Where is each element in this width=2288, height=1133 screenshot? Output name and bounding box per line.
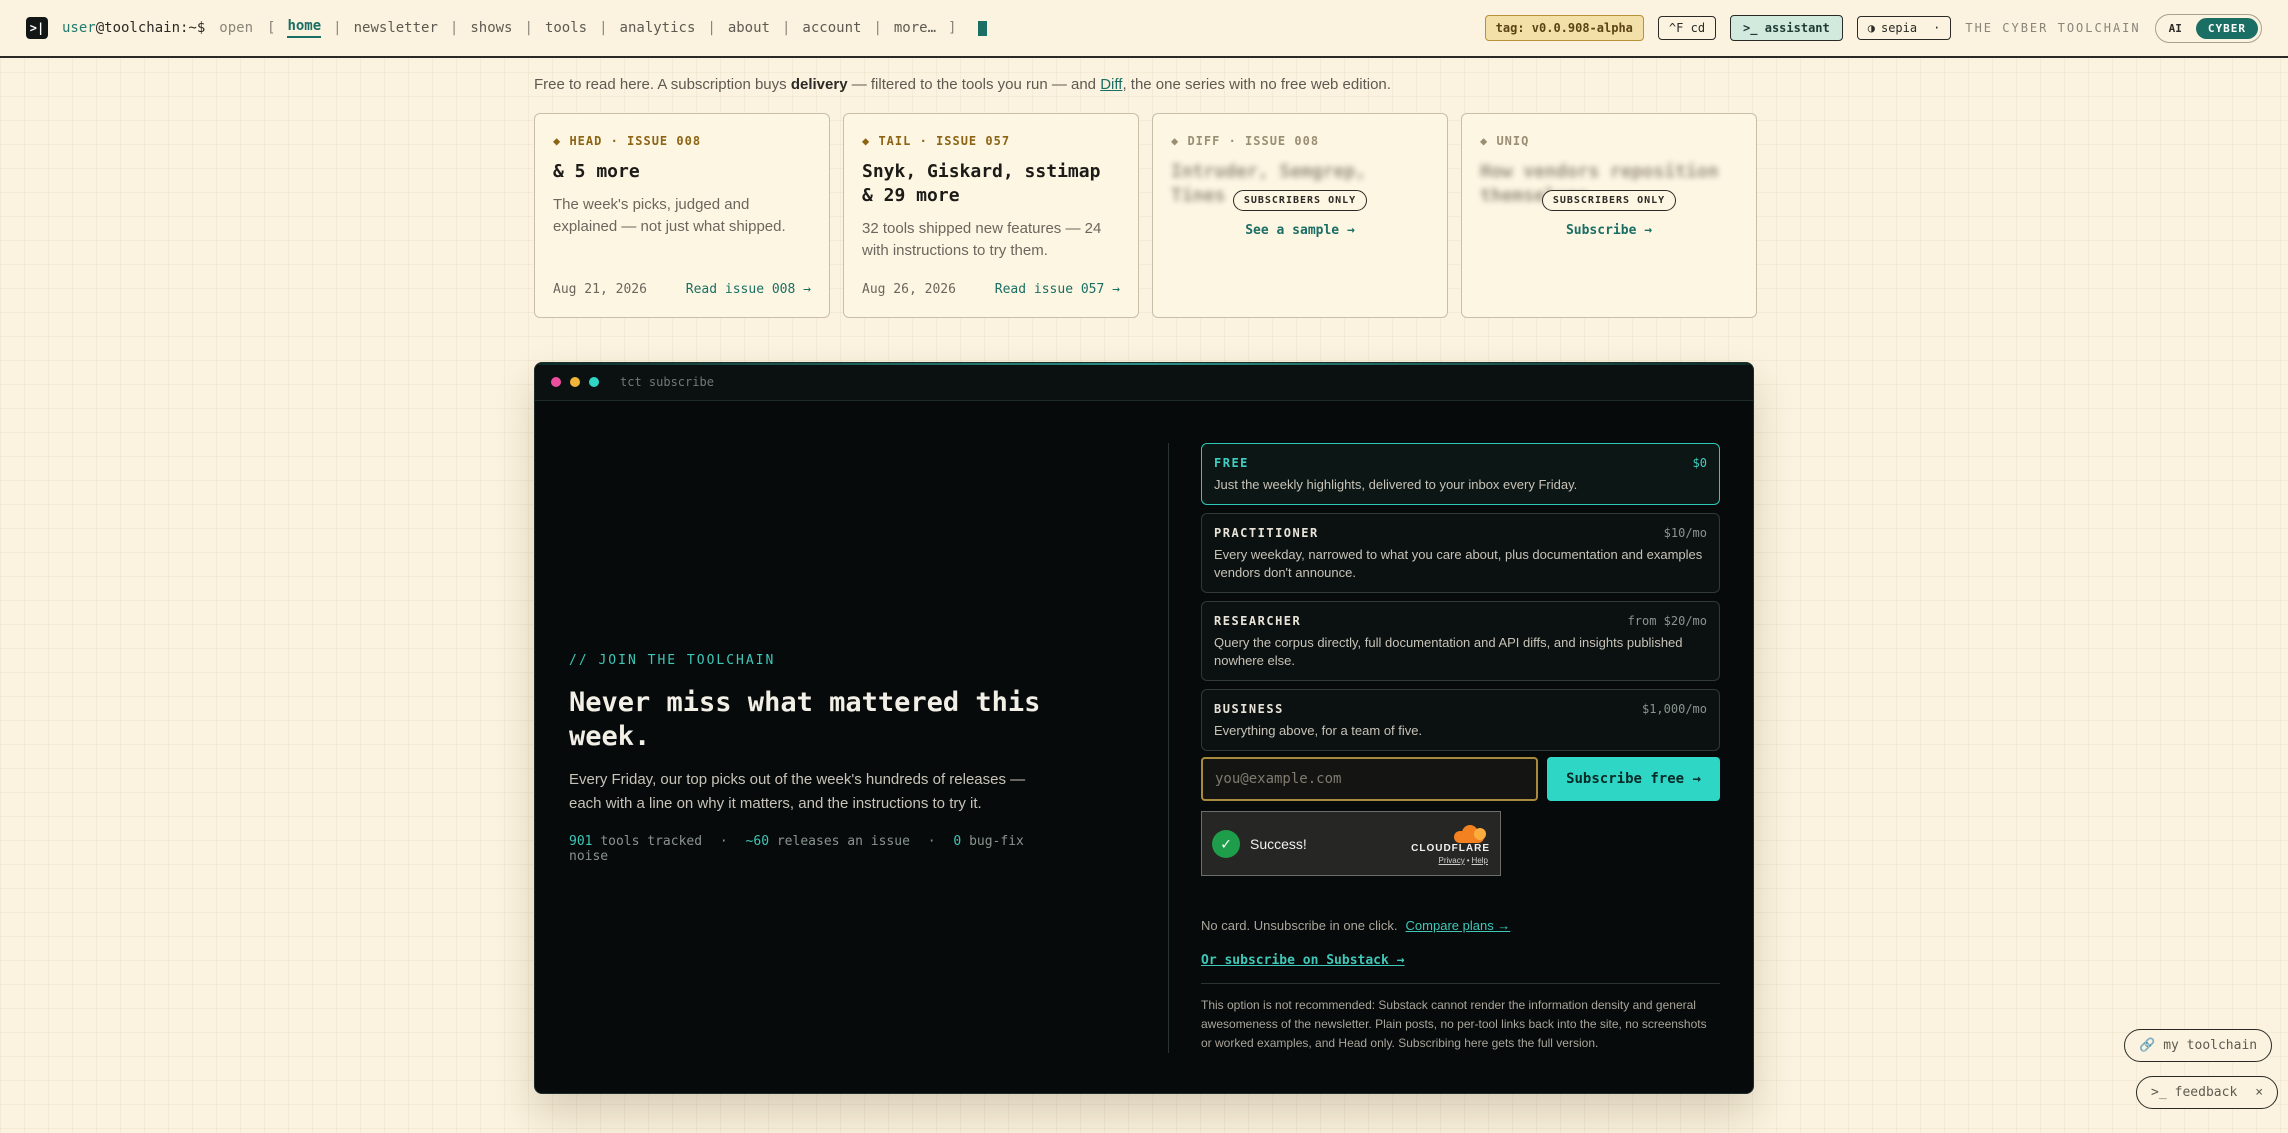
chevron-down-icon: · <box>1933 21 1941 35</box>
email-field[interactable] <box>1201 757 1538 801</box>
toggle-cyber[interactable]: CYBER <box>2195 17 2258 39</box>
cd-button[interactable]: ^F cd <box>1657 16 1717 40</box>
plan-business[interactable]: BUSINESS $1,000/mo Everything above, for… <box>1201 689 1720 751</box>
nav-link-tools[interactable]: tools <box>545 20 587 36</box>
nav-link-more[interactable]: more… <box>894 20 936 36</box>
toggle-ai[interactable]: AI <box>2159 18 2192 39</box>
issue-card-uniq[interactable]: ◆ UNIQ How vendors reposition themselves… <box>1461 113 1757 318</box>
substack-link[interactable]: Or subscribe on Substack → <box>1201 953 1405 968</box>
nav-link-home[interactable]: home <box>287 18 322 38</box>
close-icon[interactable]: × <box>2255 1085 2263 1100</box>
open-label: open <box>219 20 254 36</box>
feedback-button[interactable]: >_ feedback × <box>2136 1076 2279 1109</box>
nav-link-about[interactable]: about <box>728 20 770 36</box>
prompt-user: user <box>62 20 96 36</box>
captcha-brand: CLOUDFLARE <box>1411 842 1490 854</box>
card-kicker: ◆ UNIQ <box>1480 134 1530 148</box>
compare-plans-link[interactable]: Compare plans → <box>1406 918 1511 933</box>
nav-bracket-right: ] <box>948 20 957 36</box>
terminal-titlebar: tct subscribe <box>535 363 1753 401</box>
subscribers-only-badge: SUBSCRIBERS ONLY <box>1541 190 1677 211</box>
cloudflare-logo-icon <box>1448 823 1490 843</box>
card-title: & 5 more <box>553 161 640 182</box>
stats-line: 901 tools tracked · ~60 releases an issu… <box>569 834 1024 864</box>
card-kicker: ◆ DIFF · ISSUE 008 <box>1171 134 1320 148</box>
read-issue-link[interactable]: Read issue 057 → <box>995 282 1120 297</box>
captcha-status: Success! <box>1250 835 1307 852</box>
logo-icon[interactable]: >| <box>26 17 48 39</box>
nav-link-analytics[interactable]: analytics <box>620 20 696 36</box>
terminal-icon: >_ <box>2151 1085 2167 1100</box>
issue-card-tail[interactable]: ◆ TAIL · ISSUE 057 Snyk, Giskard, sstima… <box>843 113 1139 318</box>
plan-researcher[interactable]: RESEARCHER from $20/mo Query the corpus … <box>1201 601 1720 681</box>
mode-toggle[interactable]: AI CYBER <box>2154 13 2262 43</box>
nav-links: [ home | newsletter | shows | tools | an… <box>267 18 988 38</box>
read-issue-link[interactable]: Read issue 008 → <box>686 282 811 297</box>
subscribe-terminal: tct subscribe // JOIN THE TOOLCHAIN Neve… <box>534 362 1754 1094</box>
window-maximize-dot <box>589 376 599 387</box>
captcha-help-link[interactable]: Help <box>1472 856 1488 865</box>
link-icon: 🔗 <box>2139 1038 2156 1053</box>
subscribe-link[interactable]: Subscribe → <box>1566 223 1652 238</box>
version-tag[interactable]: tag: v0.0.908-alpha <box>1484 15 1644 41</box>
plan-free[interactable]: FREE $0 Just the weekly highlights, deli… <box>1201 443 1720 505</box>
substack-note: This option is not recommended: Substack… <box>1201 998 1707 1050</box>
card-kicker: ◆ TAIL · ISSUE 057 <box>862 134 1011 148</box>
plan-practitioner[interactable]: PRACTITIONER $10/mo Every weekday, narro… <box>1201 513 1720 593</box>
pane-divider <box>1168 443 1169 1053</box>
captcha-widget[interactable]: ✓ Success! CLOUDFLARE Privacy • Help <box>1201 811 1501 876</box>
subscribe-form: Subscribe free → <box>1201 757 1720 801</box>
join-description: Every Friday, our top picks out of the w… <box>569 771 1026 812</box>
see-sample-link[interactable]: See a sample → <box>1245 223 1355 238</box>
card-date: Aug 21, 2026 <box>553 282 647 297</box>
prompt-host: @toolchain:~$ <box>95 20 206 36</box>
subscribe-free-button[interactable]: Subscribe free → <box>1547 757 1720 801</box>
window-minimize-dot <box>570 376 580 387</box>
nav-bracket-left: [ <box>267 20 276 36</box>
issue-card-head[interactable]: ◆ HEAD · ISSUE 008 & 5 more The week's p… <box>534 113 830 318</box>
top-nav: >| user@toolchain:~$ open [ home | newsl… <box>0 0 2288 58</box>
captcha-privacy-link[interactable]: Privacy <box>1439 856 1465 865</box>
card-desc: The week's picks, judged and explained —… <box>553 196 786 235</box>
nav-link-account[interactable]: account <box>802 20 861 36</box>
nav-link-newsletter[interactable]: newsletter <box>354 20 438 36</box>
prompt: user@toolchain:~$ <box>62 20 205 36</box>
check-icon: ✓ <box>1212 829 1240 858</box>
nav-link-shows[interactable]: shows <box>470 20 512 36</box>
diff-link[interactable]: Diff <box>1100 76 1122 93</box>
card-title: Snyk, Giskard, sstimap & 29 more <box>862 161 1101 206</box>
assistant-button[interactable]: >_ assistant <box>1730 15 1843 41</box>
plan-list: FREE $0 Just the weekly highlights, deli… <box>1201 443 1720 751</box>
theme-value: sepia <box>1880 21 1918 35</box>
issue-cards: ◆ HEAD · ISSUE 008 & 5 more The week's p… <box>534 113 1757 318</box>
subscribers-only-badge: SUBSCRIBERS ONLY <box>1232 190 1368 211</box>
card-kicker: ◆ HEAD · ISSUE 008 <box>553 134 702 148</box>
my-toolchain-button[interactable]: 🔗 my toolchain <box>2124 1029 2273 1062</box>
card-date: Aug 26, 2026 <box>862 282 956 297</box>
no-card-note: No card. Unsubscribe in one click. Compar… <box>1201 918 1511 933</box>
intro-text: Free to read here. A subscription buys d… <box>534 76 1391 93</box>
theme-select[interactable]: ◑ sepia · <box>1856 16 1952 40</box>
join-pane: // JOIN THE TOOLCHAIN Never miss what ma… <box>569 653 1049 864</box>
divider <box>1201 983 1720 984</box>
nav-right: tag: v0.0.908-alpha ^F cd >_ assistant ◑… <box>1484 13 2262 43</box>
window-close-dot <box>551 376 561 387</box>
join-kicker: // JOIN THE TOOLCHAIN <box>569 653 776 668</box>
terminal-title: tct subscribe <box>620 374 714 389</box>
card-desc: 32 tools shipped new features — 24 with … <box>862 220 1102 259</box>
brand-name: THE CYBER TOOLCHAIN <box>1965 21 2141 35</box>
theme-icon: ◑ <box>1867 21 1875 35</box>
issue-card-diff[interactable]: ◆ DIFF · ISSUE 008 Intruder, Semgrep, Ti… <box>1152 113 1448 318</box>
join-heading: Never miss what mattered this week. <box>569 687 1041 752</box>
cursor-block <box>978 20 988 36</box>
